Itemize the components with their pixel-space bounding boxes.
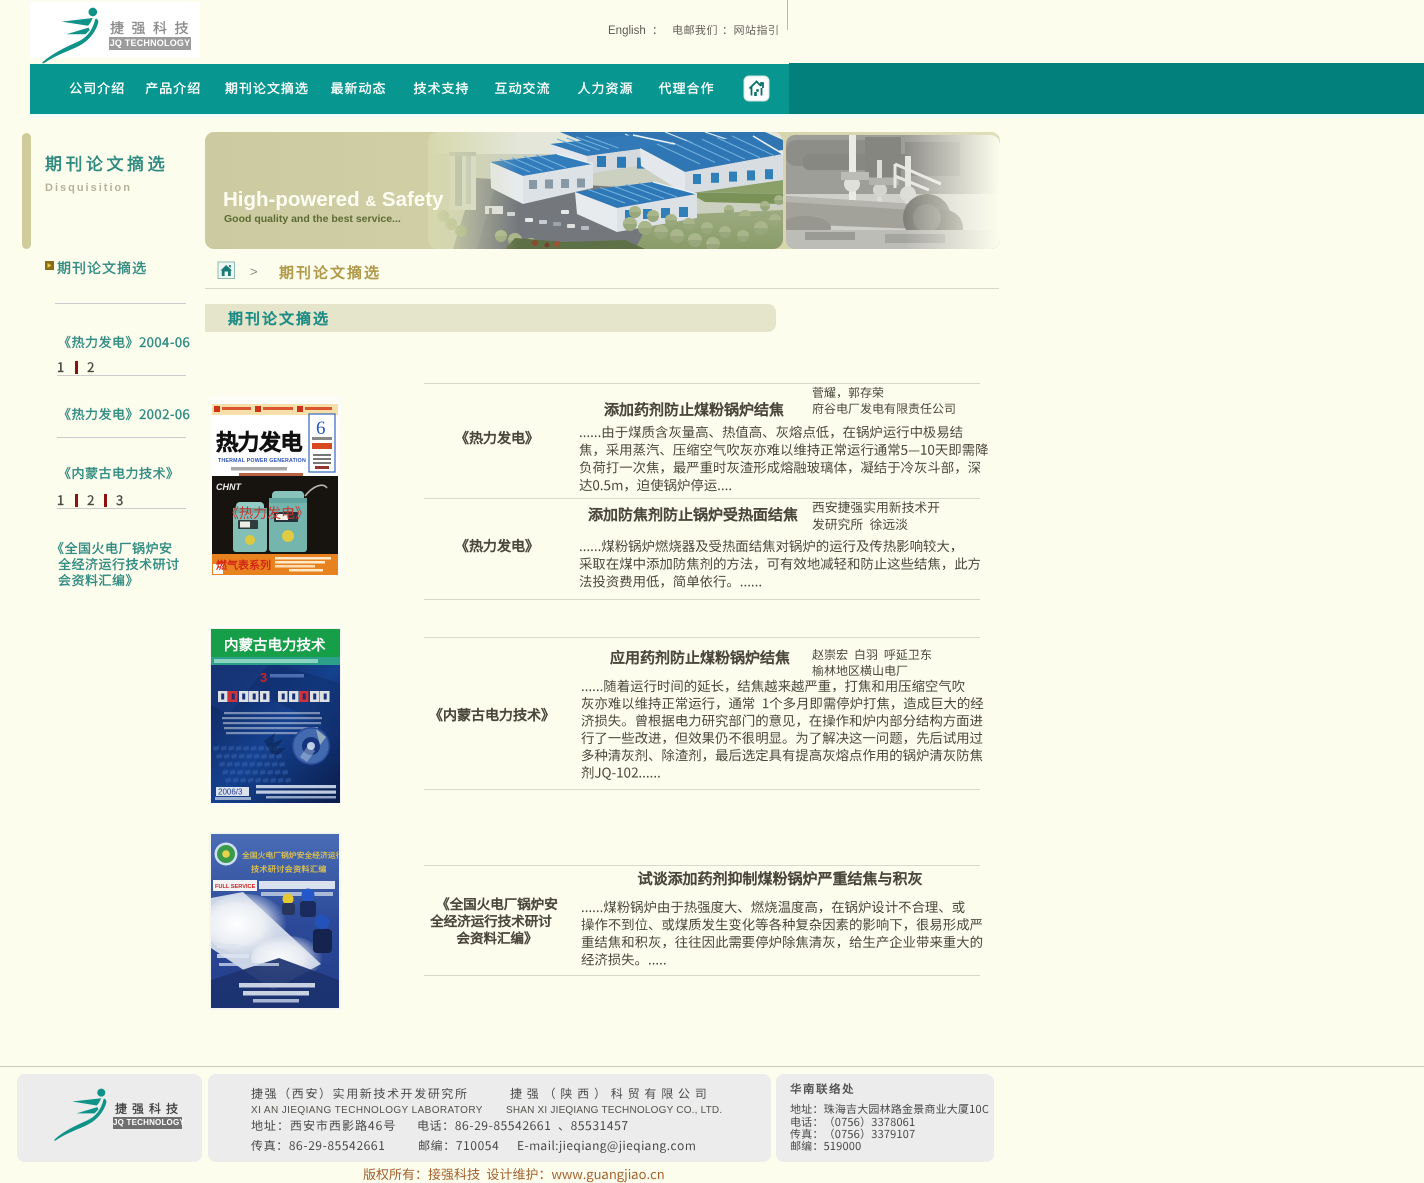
svg-text:6: 6 xyxy=(316,418,326,439)
svg-text:FULL SERVICE: FULL SERVICE xyxy=(215,884,256,890)
svg-text:THERMAL POWER GENERATION: THERMAL POWER GENERATION xyxy=(218,458,306,464)
svg-text:CHNT: CHNT xyxy=(216,482,242,492)
svg-text:3: 3 xyxy=(260,670,267,685)
svg-text:High-powered & Safety: High-powered & Safety xyxy=(223,188,444,211)
svg-text:Good quality and the best serv: Good quality and the best service... xyxy=(224,213,401,225)
svg-text:2006/3: 2006/3 xyxy=(218,788,243,797)
